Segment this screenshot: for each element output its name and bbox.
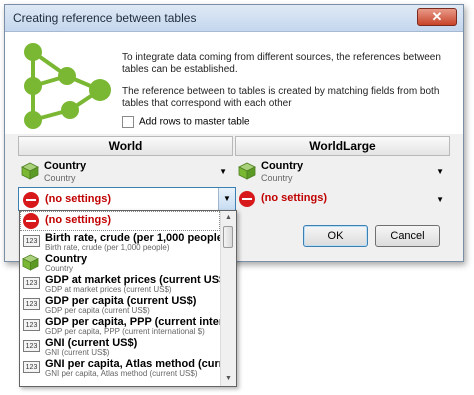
chevron-down-icon[interactable]: ▼: [436, 195, 444, 204]
list-item[interactable]: 123 GNI per capita, Atlas method (curren…: [20, 357, 236, 378]
numeric-123-icon: 123: [23, 235, 40, 247]
column-header-world-label: World: [108, 139, 143, 153]
no-entry-icon: [23, 192, 39, 208]
list-item[interactable]: 123 GDP per capita, PPP (current interna…: [20, 315, 236, 336]
scroll-up-icon[interactable]: ▲: [221, 211, 236, 225]
ok-button[interactable]: OK: [303, 225, 368, 247]
list-item[interactable]: (no settings): [20, 211, 220, 231]
list-item[interactable]: 123 GNI (current US$) GNI (current US$): [20, 336, 220, 357]
numeric-123-icon: 123: [23, 361, 40, 373]
list-item[interactable]: 123 Birth rate, crude (per 1,000 people)…: [20, 231, 227, 252]
title-bar[interactable]: Creating reference between tables ✕: [5, 5, 463, 32]
intro-paragraph-1: To integrate data coming from different …: [122, 52, 441, 75]
close-button[interactable]: ✕: [417, 8, 457, 26]
chevron-down-icon[interactable]: ▼: [218, 188, 235, 210]
dropdown-scrollbar[interactable]: ▲ ▼: [220, 211, 236, 386]
scroll-down-icon[interactable]: ▼: [221, 372, 236, 386]
ok-button-label: OK: [327, 230, 344, 242]
chevron-down-icon[interactable]: ▼: [436, 167, 444, 176]
dimension-cube-icon: [22, 254, 39, 271]
window-title: Creating reference between tables: [13, 11, 197, 25]
add-rows-checkbox-row[interactable]: Add rows to master table: [122, 116, 250, 128]
list-item-sub: GDP at market prices (current US$): [45, 285, 172, 294]
list-item[interactable]: 123 GDP per capita (current US$) GDP per…: [20, 294, 220, 315]
field-name: Country: [44, 160, 87, 172]
chevron-down-icon[interactable]: ▼: [219, 167, 227, 176]
add-rows-label: Add rows to master table: [139, 116, 250, 128]
dimension-cube-icon: [238, 162, 256, 180]
scroll-thumb[interactable]: [223, 226, 233, 248]
intro-text: To integrate data coming from different …: [122, 52, 442, 120]
field-name: Country: [261, 160, 304, 172]
column-header-world: World: [18, 136, 233, 156]
intro-paragraph-2: The reference between to tables is creat…: [122, 86, 440, 109]
list-item-sub: GDP per capita (current US$): [45, 306, 150, 315]
no-entry-icon: [239, 191, 255, 207]
list-item-name: (no settings): [45, 214, 111, 226]
numeric-123-icon: 123: [23, 277, 40, 289]
numeric-123-icon: 123: [23, 340, 40, 352]
field-select-worldlarge[interactable]: Country Country ▼: [235, 157, 450, 187]
match-dropdown-list[interactable]: (no settings) 123 Birth rate, crude (per…: [19, 210, 237, 387]
list-item-sub: Birth rate, crude (per 1,000 people): [45, 243, 170, 252]
dimension-cube-icon: [21, 162, 39, 180]
match-value: (no settings): [45, 193, 111, 205]
list-item[interactable]: 123 GDP at market prices (current US$) G…: [20, 273, 229, 294]
field-sub: Country: [261, 173, 293, 183]
match-combo-worldlarge[interactable]: (no settings) ▼: [235, 187, 450, 211]
list-item-sub: GDP per capita, PPP (current internation…: [45, 327, 205, 336]
list-item-sub: GNI per capita, Atlas method (current US…: [45, 369, 198, 378]
match-combo-world[interactable]: (no settings) ▼: [18, 187, 236, 211]
no-entry-icon: [23, 213, 39, 229]
dropdown-items: (no settings) 123 Birth rate, crude (per…: [20, 211, 236, 378]
field-select-world[interactable]: Country Country ▼: [18, 157, 233, 187]
match-value: (no settings): [261, 192, 327, 204]
numeric-123-icon: 123: [23, 319, 40, 331]
column-header-worldlarge-label: WorldLarge: [309, 139, 376, 153]
cancel-button[interactable]: Cancel: [375, 225, 440, 247]
field-sub: Country: [44, 173, 76, 183]
column-header-worldlarge: WorldLarge: [235, 136, 450, 156]
list-item-sub: GNI (current US$): [45, 348, 110, 357]
intro-panel: To integrate data coming from different …: [5, 32, 463, 134]
cancel-button-label: Cancel: [390, 230, 425, 242]
graph-network-icon: [24, 43, 111, 129]
list-item[interactable]: Country Country: [20, 252, 220, 273]
list-item-sub: Country: [45, 264, 74, 273]
close-icon: ✕: [431, 9, 443, 24]
add-rows-checkbox[interactable]: [122, 116, 134, 128]
numeric-123-icon: 123: [23, 298, 40, 310]
